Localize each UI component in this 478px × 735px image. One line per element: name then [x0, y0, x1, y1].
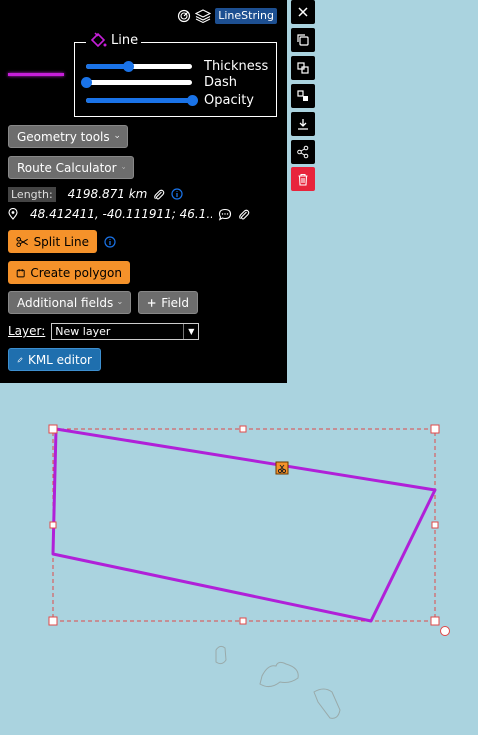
island-shape	[313, 688, 341, 719]
share-icon	[297, 145, 309, 159]
thickness-slider-row: Thickness	[86, 58, 276, 74]
radar-icon[interactable]	[177, 9, 191, 23]
kml-editor-button[interactable]: KML editor	[8, 348, 101, 371]
layer-select-value: New layer	[55, 324, 111, 338]
trash-icon	[298, 173, 308, 186]
kml-editor-label: KML editor	[27, 352, 92, 367]
thickness-label: Thickness	[204, 58, 269, 74]
length-label: Length:	[8, 186, 56, 202]
layer-row: Layer: New layer ▼	[8, 322, 200, 340]
create-polygon-label: Create polygon	[30, 265, 122, 280]
copy-button[interactable]	[291, 28, 315, 52]
coordinates-value: 48.412411, -40.111911; 46.1...	[30, 207, 212, 221]
line-style-preview	[8, 73, 64, 76]
route-calculator-label: Route Calculator	[17, 160, 117, 175]
split-line-button[interactable]: Split Line	[8, 230, 97, 253]
paint-bucket-icon[interactable]	[89, 31, 107, 49]
split-line-label: Split Line	[33, 234, 89, 249]
layer-label: Layer:	[8, 324, 46, 338]
dropdown-arrow-icon: ▼	[183, 323, 198, 339]
geometry-tools-label: Geometry tools	[17, 129, 110, 144]
pencil-icon	[17, 356, 23, 362]
opacity-label: Opacity	[204, 92, 255, 108]
line-style-legend-label: Line	[111, 32, 139, 48]
dash-slider-thumb[interactable]	[81, 76, 92, 88]
duplicate-icon	[297, 62, 309, 74]
create-polygon-button[interactable]: Create polygon	[8, 261, 130, 284]
island-shape	[215, 645, 227, 665]
panel-header-icons: LineString	[177, 8, 277, 24]
feature-panel: LineString Line Thickness Dash Opacity G…	[0, 0, 287, 383]
resize-handle-top-left[interactable]	[48, 424, 58, 434]
chevron-down-icon	[118, 301, 122, 304]
scissors-icon	[16, 236, 28, 247]
resize-handle-top[interactable]	[239, 425, 247, 433]
layer-select[interactable]: New layer ▼	[51, 322, 200, 340]
download-button[interactable]	[291, 112, 315, 136]
geometry-tools-button[interactable]: Geometry tools	[8, 125, 128, 148]
resize-handle-left[interactable]	[49, 521, 57, 529]
coordinates-row: 48.412411, -40.111911; 46.1...	[8, 206, 250, 222]
plus-icon	[147, 298, 156, 307]
rotate-handle[interactable]	[440, 626, 450, 636]
resize-handle-right[interactable]	[431, 521, 439, 529]
add-field-label: Field	[161, 295, 189, 310]
close-icon	[298, 7, 308, 17]
opacity-slider-row: Opacity	[86, 92, 276, 108]
line-style-legend: Line	[86, 31, 142, 49]
thickness-slider[interactable]	[86, 60, 192, 72]
resize-handle-top-right[interactable]	[430, 424, 440, 434]
resize-handle-bottom-left[interactable]	[48, 616, 58, 626]
info-icon[interactable]	[104, 236, 116, 248]
delete-button[interactable]	[291, 167, 315, 191]
copy-icon	[297, 34, 309, 46]
linestring-geometry[interactable]	[51, 427, 437, 623]
close-button[interactable]	[291, 0, 315, 24]
dash-slider-row: Dash	[81, 74, 276, 90]
length-value: 4198.871 km	[67, 187, 148, 201]
opacity-slider-thumb[interactable]	[187, 94, 198, 106]
thickness-slider-thumb[interactable]	[123, 60, 135, 72]
dash-slider[interactable]	[81, 76, 192, 88]
paperclip-icon[interactable]	[153, 188, 165, 201]
length-row: Length: 4198.871 km	[8, 186, 183, 202]
add-field-button[interactable]: Field	[138, 291, 198, 314]
additional-fields-button[interactable]: Additional fields	[8, 291, 131, 314]
duplicate-button[interactable]	[291, 56, 315, 80]
chevron-down-icon	[121, 166, 125, 169]
split-marker-icon[interactable]	[275, 461, 289, 475]
route-calculator-button[interactable]: Route Calculator	[8, 156, 134, 179]
island-shape	[259, 661, 299, 688]
polygon-icon	[16, 268, 25, 277]
chevron-down-icon	[114, 135, 119, 138]
info-icon[interactable]	[171, 188, 183, 200]
location-pin-icon	[8, 208, 18, 220]
geometry-type-badge: LineString	[215, 8, 277, 24]
additional-fields-label: Additional fields	[17, 295, 114, 310]
opacity-slider[interactable]	[86, 94, 198, 106]
transform-icon	[297, 90, 308, 101]
resize-handle-bottom-right[interactable]	[430, 616, 440, 626]
resize-handle-bottom[interactable]	[239, 617, 247, 625]
download-icon	[298, 119, 308, 130]
share-button[interactable]	[291, 140, 315, 164]
comment-icon[interactable]	[218, 208, 232, 221]
paperclip-icon[interactable]	[238, 208, 250, 221]
transform-button[interactable]	[291, 84, 315, 108]
dash-label: Dash	[204, 74, 237, 90]
layers-icon[interactable]	[195, 9, 212, 23]
